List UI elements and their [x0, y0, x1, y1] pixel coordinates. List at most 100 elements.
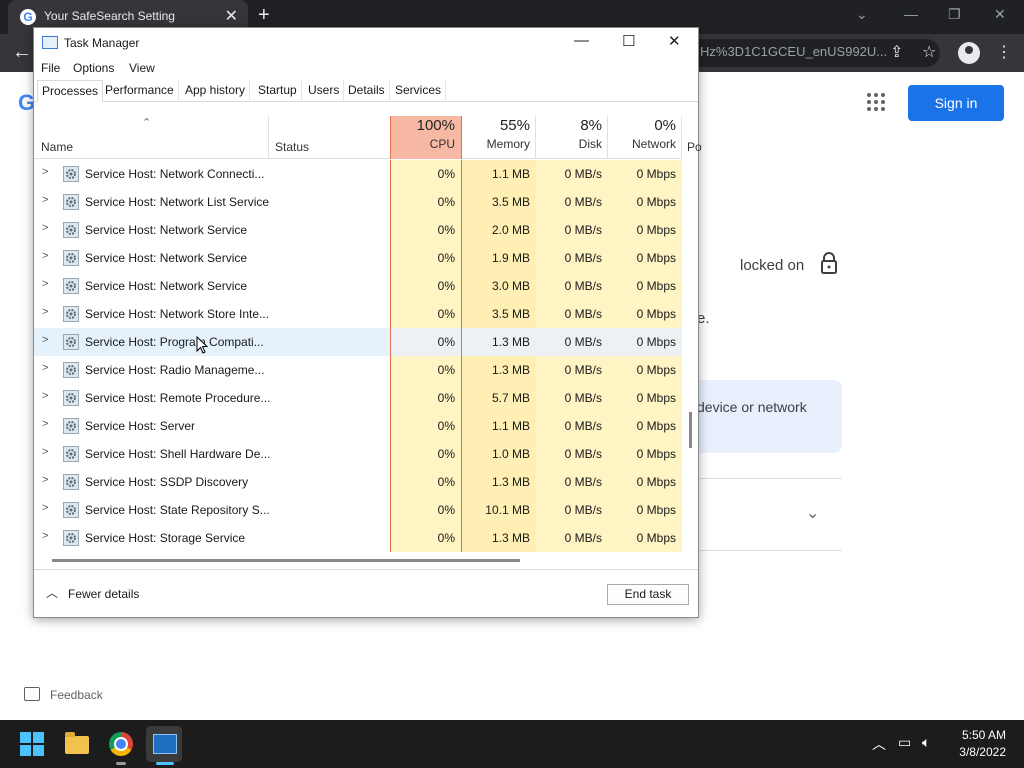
menu-options[interactable]: Options	[73, 61, 114, 75]
more-menu-icon[interactable]: ⋮	[996, 42, 1012, 62]
bookmark-star-icon[interactable]: ☆	[922, 42, 936, 62]
new-tab-icon[interactable]: +	[258, 4, 270, 27]
column-network[interactable]: 0% Network	[608, 116, 682, 159]
vertical-scrollbar-thumb[interactable]	[689, 412, 692, 448]
minimize-icon[interactable]: —	[574, 32, 589, 49]
tab-users[interactable]: Users	[304, 80, 345, 102]
chevron-up-icon[interactable]: ︿	[46, 584, 58, 601]
table-row[interactable]: > Service Host: Network Service 0% 1.9 MB 0 …	[34, 244, 682, 272]
menu-file[interactable]: File	[41, 61, 60, 75]
tab-close-icon[interactable]: ✕	[225, 6, 238, 26]
feedback-icon	[24, 687, 40, 701]
service-gear-icon	[63, 418, 79, 434]
column-power-partial[interactable]: Po	[687, 140, 702, 154]
table-row[interactable]: > Service Host: State Repository S... 0% 10…	[34, 496, 682, 524]
fewer-details-link[interactable]: Fewer details	[68, 587, 139, 601]
tab-details[interactable]: Details	[344, 80, 390, 102]
network-value: 0 Mbps	[608, 468, 682, 496]
table-row[interactable]: > Service Host: Remote Procedure... 0% 5.7 …	[34, 384, 682, 412]
expand-chevron-icon[interactable]: >	[42, 334, 48, 346]
close-icon[interactable]: ✕	[668, 32, 681, 50]
expand-chevron-icon[interactable]: >	[42, 166, 48, 178]
table-row[interactable]: > Service Host: Storage Service 0% 1.3 MB 0 …	[34, 524, 682, 552]
expand-chevron-icon[interactable]: >	[42, 306, 48, 318]
expand-chevron-icon[interactable]: >	[42, 222, 48, 234]
table-row[interactable]: > Service Host: Network List Service 0% 3.5…	[34, 188, 682, 216]
column-memory[interactable]: 55% Memory	[462, 116, 536, 159]
tab-search-icon[interactable]: ⌄	[856, 6, 868, 23]
service-gear-icon	[63, 502, 79, 518]
process-table-header: ⌃ Name Status 100% CPU 55% Memory 8% Dis…	[34, 116, 702, 159]
menu-view[interactable]: View	[129, 61, 155, 75]
clock-time[interactable]: 5:50 AM	[940, 728, 1006, 742]
clock-date[interactable]: 3/8/2022	[940, 745, 1006, 759]
memory-value: 3.0 MB	[462, 272, 536, 300]
feedback-label: Feedback	[50, 688, 103, 702]
browser-restore-icon[interactable]: ❐	[948, 6, 961, 23]
feedback-link[interactable]: Feedback	[24, 687, 103, 702]
column-separator[interactable]	[268, 116, 269, 159]
file-explorer-icon[interactable]	[65, 732, 89, 754]
tab-app-history[interactable]: App history	[181, 80, 251, 102]
column-name[interactable]: Name	[41, 140, 73, 154]
service-gear-icon	[63, 306, 79, 322]
column-cpu[interactable]: 100% CPU	[390, 116, 462, 159]
window-title: Task Manager	[64, 36, 140, 50]
network-value: 0 Mbps	[608, 300, 682, 328]
process-name: Service Host: Network Store Inte...	[85, 307, 270, 321]
task-manager-titlebar[interactable]: Task Manager — ☐ ✕	[34, 28, 698, 58]
expand-chevron-icon[interactable]: >	[42, 250, 48, 262]
table-row[interactable]: > Service Host: Network Connecti... 0% 1.1 …	[34, 160, 682, 188]
table-row[interactable]: > Service Host: Server 0% 1.1 MB 0 MB/s 0 Mbp…	[34, 412, 682, 440]
column-separator[interactable]	[681, 116, 682, 159]
memory-value: 1.1 MB	[462, 412, 536, 440]
share-icon[interactable]: ⇪	[890, 42, 903, 62]
process-name: Service Host: Network Service	[85, 251, 248, 265]
start-windows-icon[interactable]	[20, 732, 44, 756]
memory-value: 1.3 MB	[462, 468, 536, 496]
tab-processes[interactable]: Processes	[37, 80, 104, 102]
end-task-button[interactable]: End task	[607, 584, 689, 605]
expand-chevron-icon[interactable]: >	[42, 530, 48, 542]
table-row[interactable]: > Service Host: Network Service 0% 2.0 MB 0 …	[34, 216, 682, 244]
address-bar-url[interactable]: Hz%3D1C1GCEU_enUS992U...	[700, 44, 887, 59]
table-row[interactable]: > Service Host: SSDP Discovery 0% 1.3 MB 0 M…	[34, 468, 682, 496]
tab-startup[interactable]: Startup	[254, 80, 302, 102]
column-status[interactable]: Status	[275, 140, 309, 154]
table-row[interactable]: > Service Host: Program Compati... 0% 1.3 M…	[34, 328, 682, 356]
table-row[interactable]: > Service Host: Network Service 0% 3.0 MB 0 …	[34, 272, 682, 300]
expand-chevron-icon[interactable]: >	[42, 474, 48, 486]
table-row[interactable]: > Service Host: Shell Hardware De... 0% 1.0…	[34, 440, 682, 468]
horizontal-scrollbar-thumb[interactable]	[52, 559, 520, 562]
volume-icon[interactable]: 🔈︎	[922, 734, 930, 751]
browser-close-icon[interactable]: ✕	[994, 6, 1006, 23]
tab-services[interactable]: Services	[391, 80, 447, 102]
network-icon[interactable]: ▭	[898, 734, 911, 751]
expand-chevron-icon[interactable]: >	[42, 418, 48, 430]
expand-chevron-icon[interactable]: >	[42, 502, 48, 514]
chrome-taskbar-icon[interactable]	[109, 732, 133, 756]
back-arrow-icon[interactable]: ←	[12, 41, 32, 64]
column-disk[interactable]: 8% Disk	[536, 116, 608, 159]
expand-chevron-icon[interactable]: >	[42, 362, 48, 374]
sign-in-button[interactable]: Sign in	[908, 85, 1004, 121]
browser-minimize-icon[interactable]: —	[904, 6, 918, 22]
show-hidden-icons-chevron-icon[interactable]: ︿	[872, 734, 886, 754]
network-value: 0 Mbps	[608, 524, 682, 552]
expand-chevron-icon[interactable]: >	[42, 446, 48, 458]
tab-performance[interactable]: Performance	[101, 80, 179, 102]
expand-chevron-icon[interactable]: >	[42, 194, 48, 206]
cpu-total: 100%	[416, 117, 455, 134]
expand-chevron-icon[interactable]: >	[42, 278, 48, 290]
maximize-icon[interactable]: ☐	[622, 32, 635, 50]
profile-avatar-icon[interactable]	[958, 42, 980, 64]
memory-total: 55%	[499, 117, 530, 134]
cpu-value: 0%	[390, 328, 462, 356]
table-row[interactable]: > Service Host: Network Store Inte... 0% 3.…	[34, 300, 682, 328]
chevron-down-icon[interactable]: ⌄	[806, 503, 819, 523]
task-manager-taskbar-icon[interactable]	[153, 734, 177, 754]
google-apps-icon[interactable]	[867, 93, 885, 111]
table-row[interactable]: > Service Host: Radio Manageme... 0% 1.3 MB…	[34, 356, 682, 384]
expand-chevron-icon[interactable]: >	[42, 390, 48, 402]
cpu-label: CPU	[429, 137, 455, 151]
